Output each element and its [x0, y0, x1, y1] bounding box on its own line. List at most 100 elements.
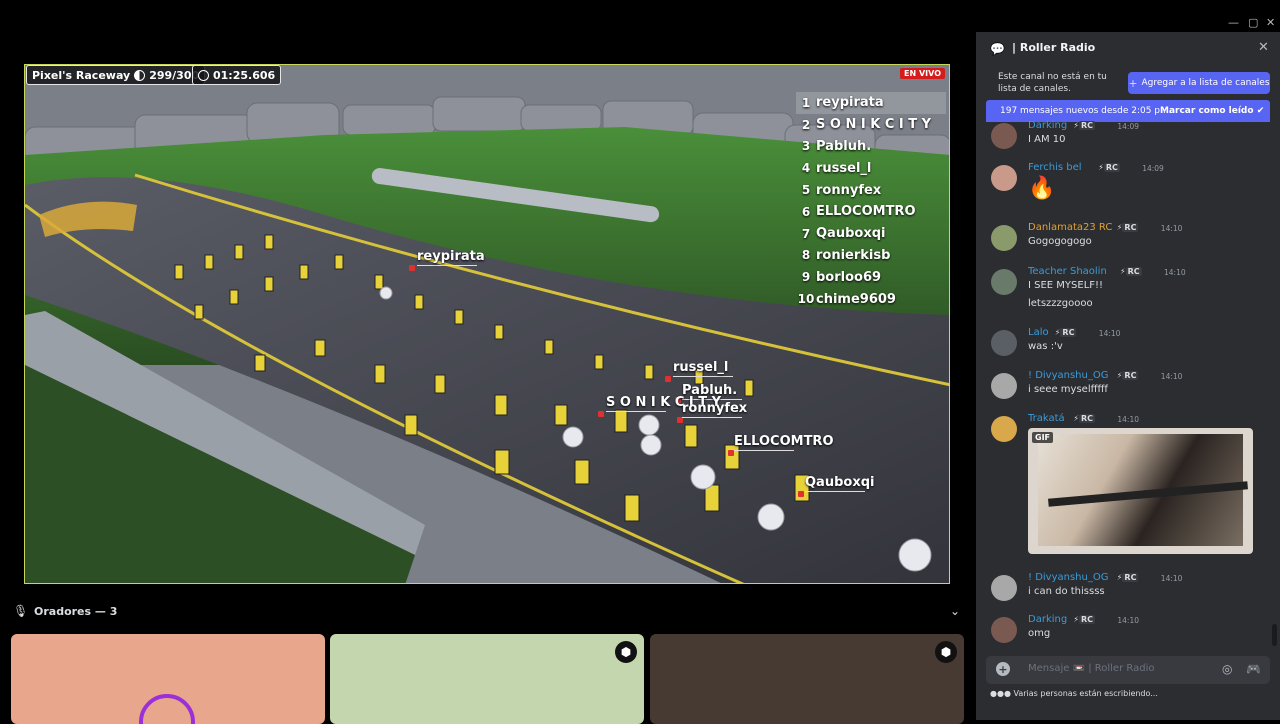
rc-tag: RC: [1103, 163, 1120, 172]
message-timestamp: 14:10: [1098, 329, 1121, 338]
avatar[interactable]: [991, 269, 1017, 295]
leaderboard-rank: 9: [801, 270, 811, 285]
message-author[interactable]: Ferchis bel: [1028, 162, 1082, 173]
typing-text: Varias personas están escribiendo...: [1013, 689, 1158, 698]
stream-video[interactable]: Pixel's Raceway 299/300 01:25.606 EN VIV…: [24, 64, 950, 584]
role-tag: ⚡ RC: [1073, 615, 1096, 624]
message-input[interactable]: Mensaje 📼 | Roller Radio: [1028, 663, 1154, 674]
message-author[interactable]: Teacher Shaolin: [1028, 266, 1107, 277]
mark-read-label: Marcar como leído: [1160, 106, 1254, 116]
leaderboard-row: 1 reypirata: [796, 92, 946, 114]
close-window-button[interactable]: ✕: [1266, 16, 1275, 29]
gift-icon[interactable]: ◎: [1222, 662, 1232, 676]
timer-pill: 01:25.606: [192, 65, 282, 85]
racer-label-ronnyfex: ronnyfex: [682, 401, 748, 416]
speaker-tile[interactable]: ⬢: [330, 634, 644, 724]
leaderboard-rank: 7: [801, 226, 811, 241]
rc-tag: RC: [1079, 414, 1096, 423]
leaderboard-rank: 2: [801, 117, 811, 132]
message-author[interactable]: Darking: [1028, 614, 1067, 625]
typing-indicator: ●●● Varias personas están escribiendo...: [990, 689, 1158, 698]
tile-background: [650, 634, 964, 724]
leaderboard-rank: 3: [801, 139, 811, 154]
leaderboard-row: 9 borloo69: [796, 266, 946, 288]
rc-tag: RC: [1079, 121, 1096, 130]
leaderboard-name: russel_l: [816, 160, 872, 176]
message-author[interactable]: ! Divyanshu_OG: [1028, 370, 1108, 381]
leaderboard-rank: 8: [801, 248, 811, 263]
role-tag: ⚡ RC: [1117, 573, 1139, 582]
gif-badge: GIF: [1032, 432, 1054, 443]
new-messages-text: 197 mensajes nuevos desde 2:05 p....: [1000, 106, 1172, 116]
notice-text: Este canal no está en tu lista de canale…: [998, 72, 1107, 94]
message-text: 🔥: [1028, 176, 1056, 201]
leaderboard-row: 4 russel_l: [796, 157, 946, 179]
avatar[interactable]: [991, 373, 1017, 399]
avatar[interactable]: [991, 165, 1017, 191]
chevron-down-icon[interactable]: ⌄: [950, 604, 960, 618]
leaderboard-name: ronnyfex: [816, 182, 882, 198]
leaderboard-rank: 6: [801, 204, 811, 219]
new-messages-bar[interactable]: 197 mensajes nuevos desde 2:05 p.... Mar…: [986, 100, 1270, 122]
rc-tag: RC: [1122, 223, 1139, 232]
message-author[interactable]: Danlamata23 RC: [1028, 222, 1112, 233]
speaker-tile[interactable]: ⬢: [650, 634, 964, 724]
add-channel-button[interactable]: ＋ Agregar a la lista de canales: [1128, 72, 1270, 94]
gif-attachment[interactable]: GIF: [1028, 428, 1253, 554]
add-channel-label: Agregar a la lista de canales: [1141, 78, 1270, 88]
tile-background: [330, 634, 644, 724]
message-text: i seee myselfffff: [1028, 384, 1108, 395]
message-composer[interactable]: + Mensaje 📼 | Roller Radio ◎ 🎮: [986, 656, 1270, 684]
leaderboard-row: 6 ELLOCOMTRO: [796, 201, 946, 223]
mark-read-button[interactable]: Marcar como leído ✔: [1160, 106, 1264, 116]
speakers-bar[interactable]: 🎙 Oradores — 3 ⌄: [0, 600, 974, 622]
add-attachment-icon[interactable]: +: [996, 662, 1010, 676]
racer-marker: [798, 491, 804, 497]
message-author[interactable]: Darking: [1028, 120, 1067, 131]
minimize-button[interactable]: —: [1228, 16, 1239, 29]
racer-label-reypirata: reypirata: [417, 249, 485, 264]
maximize-button[interactable]: ▢: [1248, 16, 1258, 29]
avatar[interactable]: [991, 617, 1017, 643]
leaderboard-row: 7 Qauboxqi: [796, 223, 946, 245]
role-tag: ⚡ RC: [1120, 267, 1142, 276]
racer-marker: [665, 376, 671, 382]
message-timestamp: 14:09: [1142, 164, 1164, 173]
message-author[interactable]: Lalo: [1028, 327, 1049, 338]
leaderboard-name: Pabluh.: [816, 138, 872, 154]
avatar[interactable]: [991, 330, 1017, 356]
message-timestamp: 14:10: [1160, 372, 1183, 381]
role-tag: ⚡ RC: [1055, 328, 1077, 337]
rc-tag: RC: [1125, 267, 1142, 276]
typing-dots-icon: ●●●: [990, 689, 1014, 698]
close-icon[interactable]: ✕: [1258, 40, 1269, 55]
leaderboard-name: borloo69: [816, 269, 882, 285]
speaker-tile[interactable]: [11, 634, 325, 724]
leaderboard-row: 8 ronierkisb: [796, 245, 946, 267]
avatar[interactable]: [991, 416, 1017, 442]
gamepad-icon[interactable]: 🎮: [1246, 662, 1261, 676]
leaderboard-rank: 5: [801, 183, 811, 198]
rc-tag: RC: [1079, 615, 1096, 624]
message-timestamp: 14:09: [1117, 122, 1140, 131]
avatar[interactable]: [991, 225, 1017, 251]
shield-icon: ⬢: [935, 641, 957, 663]
chat-panel: 💬 | Roller Radio ✕ Este canal no está en…: [976, 32, 1280, 720]
message-text: I SEE MYSELF!!: [1028, 280, 1104, 291]
role-tag: ⚡ RC: [1098, 163, 1120, 172]
leaderboard-row: 3 Pabluh.: [796, 136, 946, 158]
leaderboard-row: 10 chime9609: [796, 288, 946, 310]
role-tag: ⚡ RC: [1073, 121, 1096, 130]
track-name: Pixel's Raceway: [32, 68, 131, 82]
shield-icon: ⬢: [615, 641, 637, 663]
message-text: letszzzgoooo: [1028, 298, 1093, 309]
message-author[interactable]: ! Divyanshu_OG: [1028, 572, 1108, 583]
avatar[interactable]: [991, 575, 1017, 601]
live-badge: EN VIVO: [900, 68, 945, 79]
avatar[interactable]: [991, 123, 1017, 149]
scrollbar[interactable]: [1272, 624, 1277, 646]
message-author[interactable]: Trakatá: [1028, 413, 1065, 424]
message-text: was :'v: [1028, 341, 1063, 352]
rc-tag: RC: [1122, 573, 1139, 582]
message-text: i can do thissss: [1028, 586, 1105, 597]
